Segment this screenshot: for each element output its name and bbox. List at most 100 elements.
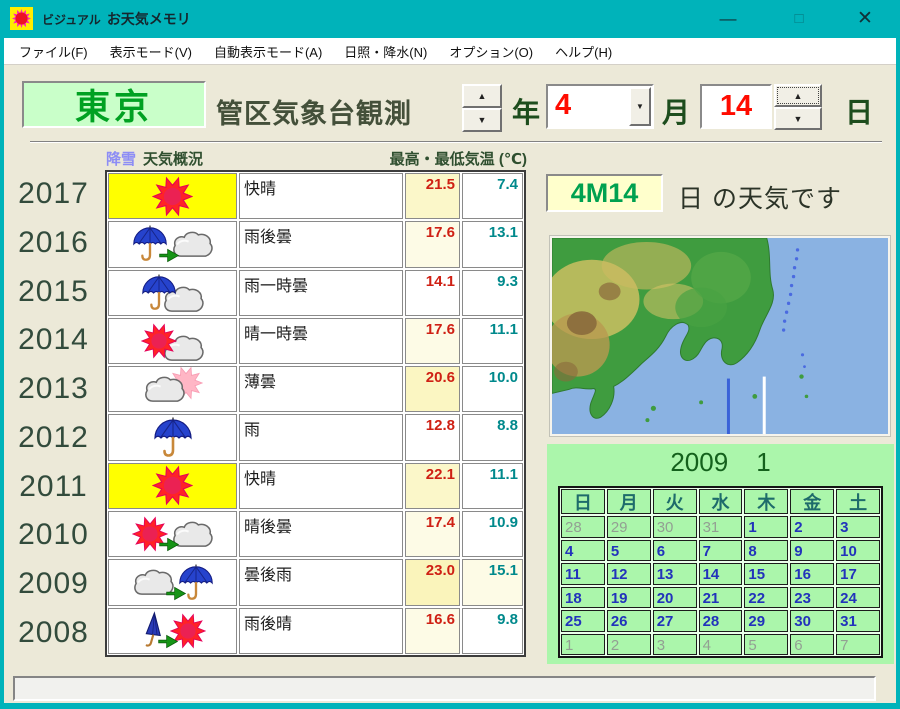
year-label: 2008	[6, 608, 101, 657]
day-field[interactable]: 14	[700, 84, 772, 129]
calendar-day-cell[interactable]: 25	[561, 610, 605, 632]
calendar-day-cell[interactable]: 28	[699, 610, 743, 632]
calendar-day-cell[interactable]: 22	[744, 587, 788, 609]
calendar-day-cell[interactable]: 18	[561, 587, 605, 609]
observatory-label: 管区気象台観測	[216, 92, 412, 131]
year-label: 2017	[6, 170, 101, 219]
calendar-day-cell[interactable]: 29	[744, 610, 788, 632]
calendar-day-cell[interactable]: 9	[790, 540, 834, 562]
status-bar	[13, 676, 876, 701]
calendar-day-cell[interactable]: 3	[653, 634, 697, 656]
weather-icon-cell	[108, 463, 237, 509]
temp-max-cell: 20.6	[405, 366, 460, 412]
calendar-day-cell[interactable]: 28	[561, 516, 605, 538]
calendar-title: 20091	[547, 447, 894, 478]
calendar-day-cell[interactable]: 3	[836, 516, 880, 538]
snow-column-header: 降雪	[106, 148, 136, 169]
year-label: 2014	[6, 316, 101, 365]
calendar-day-cell[interactable]: 4	[699, 634, 743, 656]
arrow-icon	[158, 634, 179, 649]
maximize-icon: □	[794, 10, 803, 27]
calendar-day-cell[interactable]: 31	[699, 516, 743, 538]
calendar-day-cell[interactable]: 8	[744, 540, 788, 562]
temp-min-cell: 13.1	[462, 221, 523, 267]
calendar-day-cell[interactable]: 5	[744, 634, 788, 656]
menu-item[interactable]: 自動表示モード(A)	[203, 39, 333, 64]
calendar-day-cell[interactable]: 12	[607, 563, 651, 585]
calendar-day-cell[interactable]: 23	[790, 587, 834, 609]
year-label: 2013	[6, 365, 101, 414]
calendar-day-cell[interactable]: 10	[836, 540, 880, 562]
year-label: 2012	[6, 414, 101, 463]
month-value: 4	[555, 89, 571, 122]
calendar-day-cell[interactable]: 2	[607, 634, 651, 656]
temp-max-cell: 17.6	[405, 318, 460, 364]
temps-column-header: 最高・最低気温 (℃)	[345, 148, 527, 169]
calendar-day-cell[interactable]: 14	[699, 563, 743, 585]
year-label: 2011	[6, 462, 101, 511]
calendar-day-cell[interactable]: 30	[653, 516, 697, 538]
minimize-button[interactable]: —	[710, 5, 746, 32]
divider-line	[30, 141, 882, 143]
calendar-day-cell[interactable]: 2	[790, 516, 834, 538]
month-combobox[interactable]: 4 ▼	[546, 84, 654, 129]
calendar-day-cell[interactable]: 13	[653, 563, 697, 585]
close-button[interactable]: ✕	[847, 5, 883, 32]
calendar-day-cell[interactable]: 5	[607, 540, 651, 562]
year-label: 年	[512, 91, 540, 131]
calendar-day-cell[interactable]: 29	[607, 516, 651, 538]
day-spinner: ▲ ▼	[774, 84, 822, 130]
month-dropdown-button[interactable]: ▼	[629, 87, 651, 126]
calendar-day-cell[interactable]: 6	[653, 540, 697, 562]
calendar-day-cell[interactable]: 7	[699, 540, 743, 562]
day-label: 日	[845, 91, 873, 131]
calendar-panel: 20091 日月火水木金土282930311234567891011121314…	[547, 444, 894, 664]
menu-item[interactable]: 日照・降水(N)	[333, 39, 438, 64]
calendar-day-cell[interactable]: 26	[607, 610, 651, 632]
window-title: ビジュアルお天気メモリ	[42, 9, 191, 29]
calendar-day-cell[interactable]: 31	[836, 610, 880, 632]
temp-max-cell: 12.8	[405, 414, 460, 460]
calendar-day-cell[interactable]: 4	[561, 540, 605, 562]
temp-max-cell: 17.6	[405, 221, 460, 267]
weather-icon-cell	[108, 318, 237, 364]
menu-item[interactable]: ヘルプ(H)	[544, 39, 623, 64]
arrow-icon	[159, 537, 180, 552]
year-down-button[interactable]: ▼	[462, 108, 502, 132]
menu-bar: ファイル(F)表示モード(V)自動表示モード(A)日照・降水(N)オプション(O…	[4, 38, 896, 65]
weather-table: 快晴21.57.4雨後曇17.613.1雨一時曇14.19.3晴一時曇17.61…	[105, 170, 526, 657]
year-up-button[interactable]: ▲	[462, 84, 502, 108]
calendar-day-cell[interactable]: 20	[653, 587, 697, 609]
day-down-button[interactable]: ▼	[774, 107, 822, 130]
kanto-region-map	[550, 236, 890, 436]
calendar-day-cell[interactable]: 11	[561, 563, 605, 585]
calendar-day-cell[interactable]: 1	[561, 634, 605, 656]
close-icon: ✕	[857, 7, 873, 30]
calendar-day-cell[interactable]: 15	[744, 563, 788, 585]
calendar-month: 1	[756, 447, 770, 477]
calendar-day-cell[interactable]: 1	[744, 516, 788, 538]
calendar-grid: 日月火水木金土282930311234567891011121314151617…	[558, 486, 883, 658]
menu-item[interactable]: ファイル(F)	[8, 39, 99, 64]
calendar-day-cell[interactable]: 30	[790, 610, 834, 632]
calendar-day-cell[interactable]: 17	[836, 563, 880, 585]
calendar-day-cell[interactable]: 16	[790, 563, 834, 585]
weather-desc-cell: 晴一時曇	[239, 318, 403, 364]
calendar-weekday-header: 金	[790, 489, 834, 514]
calendar-day-cell[interactable]: 6	[790, 634, 834, 656]
calendar-day-cell[interactable]: 19	[607, 587, 651, 609]
calendar-day-cell[interactable]: 21	[699, 587, 743, 609]
calendar-day-cell[interactable]: 27	[653, 610, 697, 632]
maximize-button[interactable]: □	[781, 5, 817, 32]
temp-min-cell: 15.1	[462, 559, 523, 605]
menu-item[interactable]: オプション(O)	[438, 39, 544, 64]
calendar-day-cell[interactable]: 7	[836, 634, 880, 656]
date-code-display: 4M14	[546, 174, 663, 212]
calendar-day-cell[interactable]: 24	[836, 587, 880, 609]
up-arrow-icon: ▲	[794, 91, 803, 101]
day-up-button[interactable]: ▲	[774, 84, 822, 107]
menu-item[interactable]: 表示モード(V)	[99, 39, 203, 64]
weather-desc-cell: 晴後曇	[239, 511, 403, 557]
sun-icon	[152, 465, 193, 506]
arrow-icon	[166, 586, 187, 601]
